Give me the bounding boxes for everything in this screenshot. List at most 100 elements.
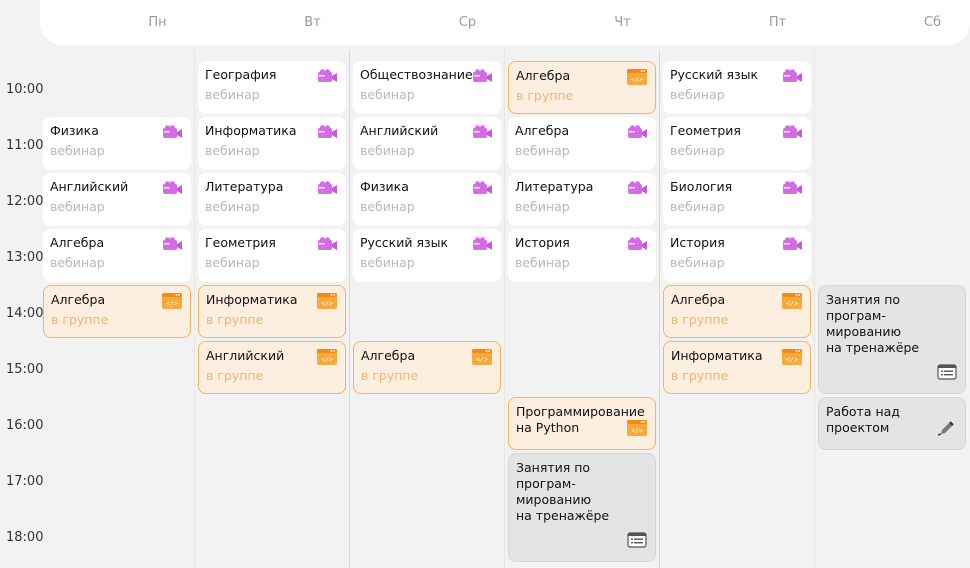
lesson-title: Алгебра	[516, 68, 571, 83]
lesson-card[interactable]: История вебинар	[663, 229, 811, 282]
code-window-icon: </>	[472, 349, 492, 369]
lesson-format: вебинар	[360, 255, 415, 270]
lesson-card[interactable]: История вебинар	[508, 229, 656, 282]
lesson-format: вебинар	[205, 143, 260, 158]
time-label: 18:00	[6, 530, 44, 545]
lesson-format: вебинар	[360, 199, 415, 214]
lesson-title: Геометрия	[205, 235, 276, 250]
column-divider	[194, 50, 195, 568]
lesson-card[interactable]: Занятия по програм- мированию на тренажё…	[818, 285, 966, 394]
lesson-card[interactable]: Работа над проектом	[818, 397, 966, 450]
lesson-card[interactable]: Английский в группе </>	[198, 341, 346, 394]
lesson-format: в группе	[206, 368, 264, 383]
code-window-icon: </>	[317, 293, 337, 313]
lesson-title: Английский	[206, 348, 285, 363]
lesson-card[interactable]: География вебинар	[198, 61, 346, 114]
lesson-format: вебинар	[50, 255, 105, 270]
lesson-format: вебинар	[360, 87, 415, 102]
lesson-card[interactable]: Биология вебинар	[663, 173, 811, 226]
lesson-card[interactable]: Алгебра вебинар	[43, 229, 191, 282]
video-camera-icon	[317, 124, 338, 144]
code-window-icon: </>	[782, 293, 802, 313]
lesson-card[interactable]: Алгебра в группе </>	[43, 285, 191, 338]
day-fri: Пт	[768, 15, 787, 30]
lesson-format: вебинар	[670, 143, 725, 158]
lesson-title: Алгебра	[51, 292, 106, 307]
lesson-card[interactable]: Информатика вебинар	[198, 117, 346, 170]
lesson-card[interactable]: Русский язык вебинар	[353, 229, 501, 282]
time-label: 10:00	[6, 82, 44, 97]
lesson-title: Программирование на Python	[516, 404, 645, 435]
lesson-card[interactable]: Английский вебинар	[43, 173, 191, 226]
lesson-card[interactable]: Литература вебинар	[508, 173, 656, 226]
time-label: 11:00	[6, 138, 44, 153]
lesson-card[interactable]: Русский язык вебинар	[663, 61, 811, 114]
lesson-title: Обществознание	[360, 67, 473, 82]
lesson-title: Занятия по програм- мированию на тренажё…	[826, 292, 920, 355]
lesson-title: История	[515, 235, 570, 250]
video-camera-icon	[782, 68, 803, 88]
lesson-format: вебинар	[205, 255, 260, 270]
lesson-title: Алгебра	[50, 235, 105, 250]
video-camera-icon	[472, 236, 493, 256]
lesson-format: в группе	[516, 88, 574, 103]
svg-text:</>: </>	[321, 356, 333, 364]
lesson-card[interactable]: Алгебра вебинар	[508, 117, 656, 170]
list-icon	[937, 364, 957, 384]
day-sat: Сб	[923, 15, 942, 30]
lesson-title: Алгебра	[515, 123, 570, 138]
lesson-title: История	[670, 235, 725, 250]
code-window-icon: </>	[627, 420, 647, 440]
lesson-card[interactable]: Английский вебинар	[353, 117, 501, 170]
video-camera-icon	[627, 236, 648, 256]
lesson-format: в группе	[361, 368, 419, 383]
lesson-card[interactable]: Алгебра в группе </>	[353, 341, 501, 394]
lesson-card[interactable]: Обществознание вебинар	[353, 61, 501, 114]
svg-text:</>: </>	[476, 356, 488, 364]
lesson-card[interactable]: Геометрия вебинар	[663, 117, 811, 170]
video-camera-icon	[317, 236, 338, 256]
code-window-icon: </>	[317, 349, 337, 369]
video-camera-icon	[782, 236, 803, 256]
lesson-card[interactable]: Программирование на Python </>	[508, 397, 656, 450]
lesson-title: Английский	[360, 123, 439, 138]
svg-text:</>: </>	[321, 300, 333, 308]
lesson-card[interactable]: Геометрия вебинар	[198, 229, 346, 282]
video-camera-icon	[627, 180, 648, 200]
lesson-card[interactable]: Информатика в группе </>	[198, 285, 346, 338]
lesson-title: География	[205, 67, 277, 82]
lesson-title: Литература	[205, 179, 284, 194]
lesson-title: Информатика	[206, 292, 298, 307]
lesson-card[interactable]: Литература вебинар	[198, 173, 346, 226]
code-window-icon: </>	[782, 349, 802, 369]
lesson-card[interactable]: Физика вебинар	[43, 117, 191, 170]
lesson-card[interactable]: Занятия по програм- мированию на тренажё…	[508, 453, 656, 562]
lesson-title: Физика	[50, 123, 99, 138]
svg-text:</>: </>	[631, 427, 643, 435]
lesson-card[interactable]: Физика вебинар	[353, 173, 501, 226]
video-camera-icon	[162, 124, 183, 144]
video-camera-icon	[627, 124, 648, 144]
lesson-title: Алгебра	[671, 292, 726, 307]
svg-text:</>: </>	[786, 356, 798, 364]
lesson-card[interactable]: Алгебра в группе </>	[508, 61, 656, 114]
lesson-title: Английский	[50, 179, 129, 194]
video-camera-icon	[782, 124, 803, 144]
time-label: 17:00	[6, 474, 44, 489]
column-divider	[504, 50, 505, 568]
lesson-format: вебинар	[670, 199, 725, 214]
lesson-title: Литература	[515, 179, 594, 194]
lesson-title: Русский язык	[670, 67, 759, 82]
lesson-card[interactable]: Информатика в группе </>	[663, 341, 811, 394]
code-window-icon: </>	[162, 293, 182, 313]
pencil-icon	[937, 420, 957, 440]
lesson-format: в группе	[671, 368, 729, 383]
time-label: 15:00	[6, 362, 44, 377]
lesson-format: вебинар	[515, 199, 570, 214]
video-camera-icon	[317, 180, 338, 200]
svg-text:</>: </>	[786, 300, 798, 308]
video-camera-icon	[472, 124, 493, 144]
lesson-format: вебинар	[515, 143, 570, 158]
column-divider	[814, 50, 815, 568]
lesson-card[interactable]: Алгебра в группе </>	[663, 285, 811, 338]
